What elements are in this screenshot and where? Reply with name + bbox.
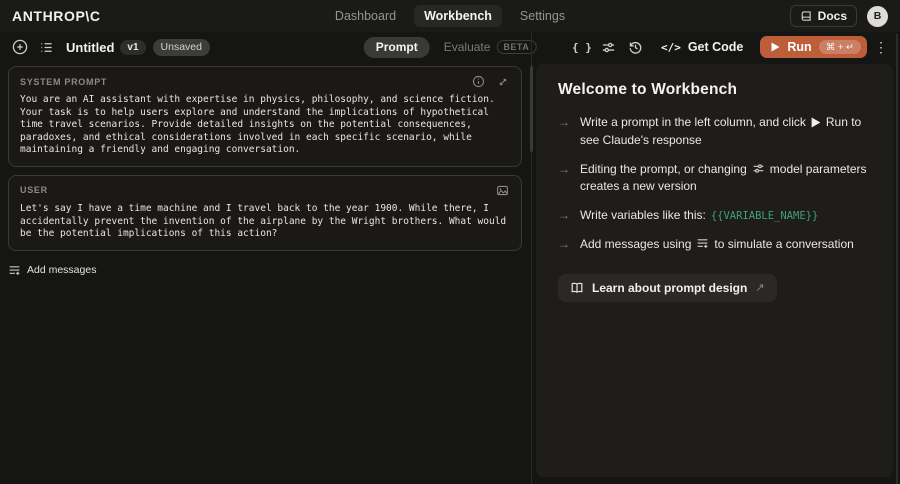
kebab-icon: ⋮ [874, 38, 888, 55]
plus-circle-icon [12, 39, 28, 55]
tips-list: → Write a prompt in the left column, and… [558, 114, 871, 254]
main-nav: Dashboard Workbench Settings [325, 0, 575, 32]
tip-bullet-icon: → [558, 115, 570, 129]
run-shortcut-badge: ⌘ + ↵ [818, 40, 861, 54]
variables-button[interactable]: { } [570, 35, 594, 59]
get-code-button[interactable]: </> Get Code [651, 36, 753, 58]
learn-prompt-design-button[interactable]: Learn about prompt design ↗ [558, 273, 777, 302]
tab-evaluate[interactable]: Evaluate [444, 40, 491, 54]
nav-workbench[interactable]: Workbench [414, 5, 502, 27]
nav-dashboard[interactable]: Dashboard [325, 5, 406, 27]
tip-messages-post: to simulate a conversation [714, 236, 854, 251]
response-panel: Welcome to Workbench → Write a prompt in… [536, 64, 893, 477]
user-message-panel[interactable]: USER Let's say I have a time machine and… [8, 174, 522, 251]
add-message-icon [696, 237, 709, 250]
tab-prompt[interactable]: Prompt [363, 36, 430, 58]
sliders-icon [601, 40, 616, 55]
workbench-toolbar: Untitled v1 Unsaved Prompt Evaluate BETA… [0, 32, 900, 62]
attach-image-button[interactable] [495, 183, 510, 198]
tip-variables: → Write variables like this: {{VARIABLE_N… [558, 207, 871, 225]
tip-run: → Write a prompt in the left column, and… [558, 114, 871, 150]
top-bar: ANTHROP\C Dashboard Workbench Settings D… [0, 0, 900, 32]
learn-button-label: Learn about prompt design [592, 280, 748, 295]
user-message-text[interactable]: Let's say I have a time machine and I tr… [20, 203, 510, 241]
new-prompt-button[interactable] [8, 35, 32, 59]
add-messages-label: Add messages [27, 264, 97, 277]
sliders-icon [752, 162, 765, 175]
code-icon: </> [660, 40, 681, 54]
tip-bullet-icon: → [558, 161, 570, 176]
tip-messages: → Add messages using to simulate a conver… [558, 236, 871, 254]
book-icon [800, 10, 812, 22]
system-prompt-panel[interactable]: SYSTEM PROMPT You are an AI assistant wi… [8, 66, 522, 167]
add-messages-button[interactable]: Add messages [8, 264, 96, 277]
history-icon [628, 40, 643, 55]
user-role-label: USER [20, 185, 48, 196]
avatar[interactable]: B [867, 5, 888, 27]
tip-versioning-pre: Editing the prompt, or changing [580, 161, 747, 176]
add-message-icon [8, 264, 21, 277]
get-code-label: Get Code [687, 40, 744, 54]
unsaved-badge: Unsaved [152, 38, 210, 56]
play-icon [811, 117, 821, 128]
model-parameters-button[interactable] [597, 35, 621, 59]
prompt-title[interactable]: Untitled [66, 40, 114, 55]
prompt-editor-column: SYSTEM PROMPT You are an AI assistant wi… [8, 66, 522, 277]
system-prompt-label: SYSTEM PROMPT [20, 76, 108, 87]
external-link-icon: ↗ [755, 282, 765, 294]
welcome-title: Welcome to Workbench [558, 81, 738, 98]
tip-bullet-icon: → [558, 236, 570, 251]
info-icon [472, 75, 485, 88]
editor-scrollbar-thumb[interactable] [530, 66, 533, 152]
anthropic-logo: ANTHROP\C [12, 8, 101, 24]
system-prompt-text[interactable]: You are an AI assistant with expertise i… [20, 94, 510, 157]
system-prompt-expand-button[interactable] [495, 74, 510, 89]
book-open-icon [570, 281, 584, 295]
docs-button[interactable]: Docs [789, 5, 857, 27]
expand-icon [497, 76, 509, 88]
tip-bullet-icon: → [558, 208, 570, 222]
tip-variables-pre: Write variables like this: [580, 208, 706, 222]
run-label: Run [787, 40, 812, 54]
variable-code-sample: {{VARIABLE_NAME}} [710, 210, 819, 222]
docs-label: Docs [817, 9, 847, 23]
list-icon [39, 40, 54, 55]
image-icon [496, 184, 509, 197]
system-prompt-info-button[interactable] [471, 74, 486, 89]
version-history-button[interactable] [624, 35, 648, 59]
run-button[interactable]: Run ⌘ + ↵ [760, 36, 867, 58]
nav-settings[interactable]: Settings [510, 5, 575, 27]
tip-messages-pre: Add messages using [580, 236, 692, 251]
window-scrollbar[interactable] [896, 34, 898, 484]
version-badge[interactable]: v1 [120, 39, 146, 55]
tip-versioning: → Editing the prompt, or changing model p… [558, 161, 871, 197]
play-icon [771, 42, 780, 52]
tip-run-pre: Write a prompt in the left column, and c… [580, 115, 806, 129]
curly-braces-icon: { } [572, 40, 592, 54]
prompt-list-button[interactable] [34, 35, 58, 59]
more-options-button[interactable]: ⋮ [870, 35, 892, 59]
